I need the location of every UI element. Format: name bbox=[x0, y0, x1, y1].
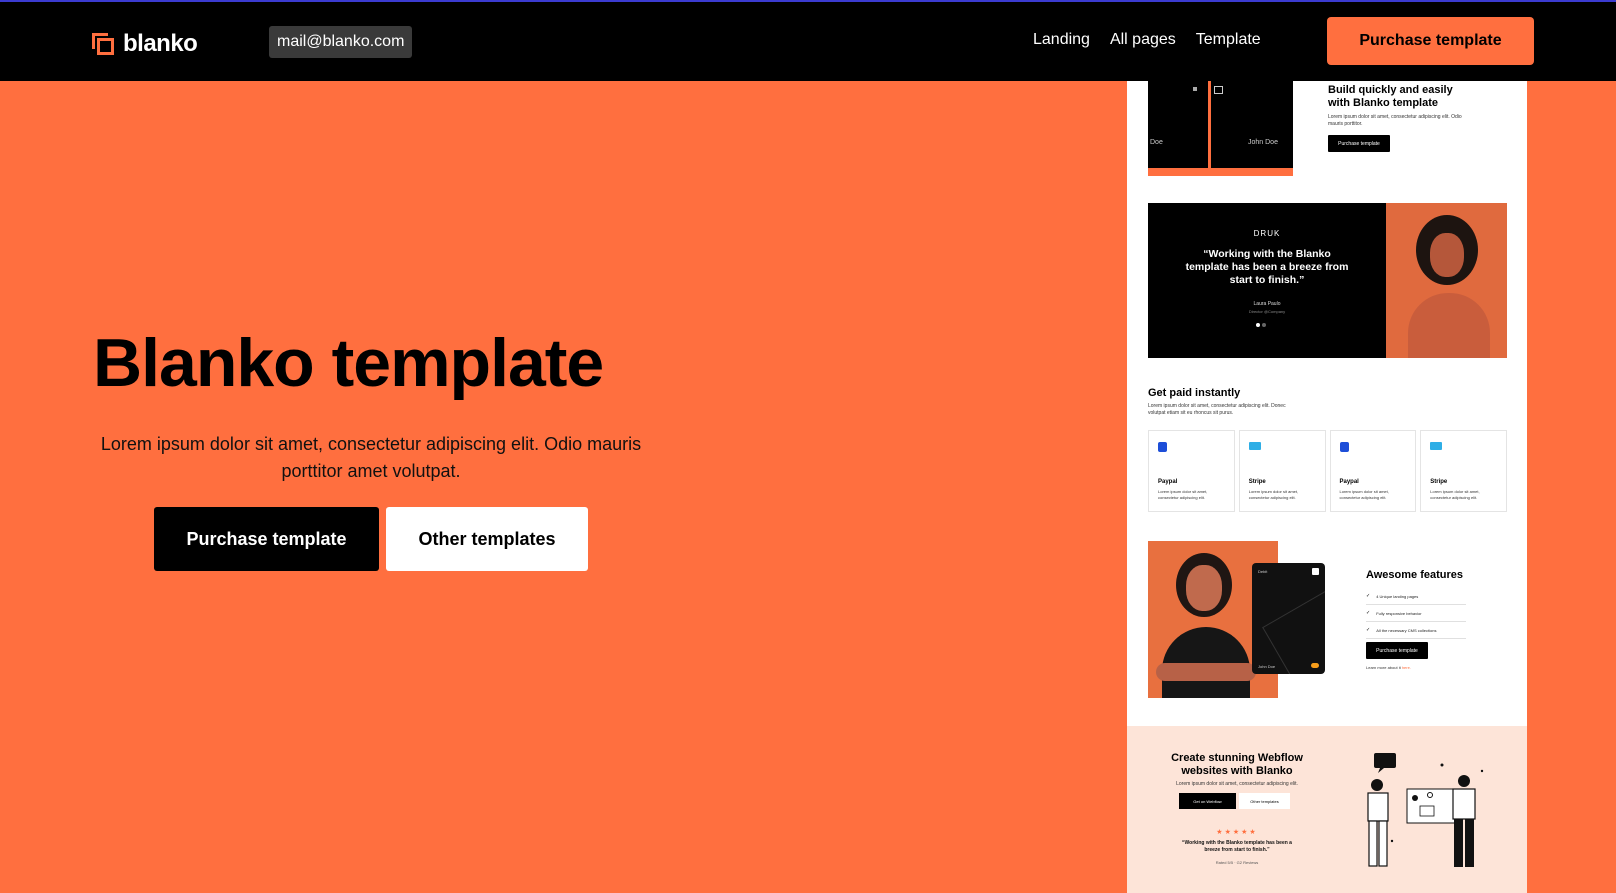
preview-features-title: Awesome features bbox=[1366, 569, 1464, 581]
logo-mark-icon bbox=[92, 33, 114, 55]
preview-cta-rated: Rated 5/5 · G2 Reviews bbox=[1215, 860, 1259, 865]
hero-purchase-button[interactable]: Purchase template bbox=[154, 507, 379, 571]
feature-item: ✓ 4 Unique landing pages bbox=[1366, 588, 1466, 605]
nav-link-template[interactable]: Template bbox=[1196, 31, 1261, 49]
card-chip-icon bbox=[1312, 568, 1319, 575]
payment-card-name: Stripe bbox=[1430, 479, 1448, 485]
debit-card-label: Debit bbox=[1258, 569, 1268, 574]
preview-cta-webflow-button: Get on Webflow bbox=[1179, 793, 1236, 809]
carousel-dots bbox=[1256, 323, 1266, 327]
payment-card-name: Paypal bbox=[1158, 479, 1178, 485]
template-preview[interactable]: Doe John Doe Build quickly and easily wi… bbox=[1127, 81, 1527, 893]
preview-build-title: Build quickly and easily with Blanko tem… bbox=[1328, 84, 1453, 109]
payment-card-name: Paypal bbox=[1339, 479, 1359, 485]
rating-stars-icon: ★★★★★ bbox=[1216, 829, 1258, 836]
paypal-icon bbox=[1158, 442, 1167, 452]
payment-card-text: Lorem ipsum dolor sit amet, consectetur … bbox=[1158, 489, 1208, 500]
preview-features-button: Purchase template bbox=[1366, 642, 1428, 659]
preview-hero-name-right: John Doe bbox=[1248, 139, 1278, 146]
check-icon: ✓ bbox=[1366, 627, 1371, 633]
preview-cta-title: Create stunning Webflow websites with Bl… bbox=[1171, 752, 1303, 777]
preview-hero-image: Doe John Doe bbox=[1148, 81, 1293, 176]
payment-card: Stripe Lorem ipsum dolor sit amet, conse… bbox=[1420, 430, 1507, 512]
preview-testimonial: DRUK “Working with the Blanko template h… bbox=[1148, 203, 1507, 358]
payment-card: Stripe Lorem ipsum dolor sit amet, conse… bbox=[1238, 430, 1326, 512]
feature-item: ✓ Fully responsive behavior bbox=[1366, 605, 1466, 622]
mastercard-icon bbox=[1311, 663, 1319, 668]
header-purchase-button[interactable]: Purchase template bbox=[1327, 17, 1534, 65]
paypal-icon bbox=[1339, 442, 1349, 452]
preview-features-list: ✓ 4 Unique landing pages ✓ Fully responsiv… bbox=[1366, 588, 1466, 639]
main-nav: Landing All pages Template bbox=[1033, 31, 1261, 49]
stripe-icon bbox=[1248, 442, 1261, 450]
preview-cta-quote: “Working with the Blanko template has be… bbox=[1182, 840, 1292, 853]
feature-item: ✓ All the necessary CMS collections bbox=[1366, 622, 1466, 639]
payment-card: Paypal Lorem ipsum dolor sit amet, conse… bbox=[1148, 430, 1235, 512]
debit-card-name: John Doe bbox=[1258, 664, 1276, 669]
stripe-icon bbox=[1430, 442, 1443, 450]
nav-link-all-pages[interactable]: All pages bbox=[1110, 31, 1176, 49]
logo[interactable]: blanko bbox=[92, 30, 198, 58]
payment-card: Paypal Lorem ipsum dolor sit amet, conse… bbox=[1329, 430, 1417, 512]
preview-paid-title: Get paid instantly bbox=[1148, 387, 1241, 399]
people-illustration-icon bbox=[1367, 753, 1484, 867]
check-icon: ✓ bbox=[1366, 610, 1371, 616]
testimonial-photo bbox=[1386, 203, 1507, 358]
preview-hero-name-left: Doe bbox=[1150, 139, 1163, 146]
testimonial-name: Laura Paulo bbox=[1253, 301, 1281, 307]
hero-description: Lorem ipsum dolor sit amet, consectetur … bbox=[100, 434, 642, 481]
check-icon: ✓ bbox=[1366, 593, 1371, 599]
hero-title: Blanko template bbox=[93, 325, 604, 401]
payment-card-text: Lorem ipsum dolor sit amet, consectetur … bbox=[1248, 489, 1299, 500]
payment-card-text: Lorem ipsum dolor sit amet, consectetur … bbox=[1430, 489, 1480, 500]
email-badge[interactable]: mail@blanko.com bbox=[269, 26, 413, 58]
volume-icon bbox=[1193, 87, 1197, 91]
screen-icon bbox=[1214, 86, 1223, 94]
preview-cta-other-button: Other templates bbox=[1239, 793, 1290, 809]
testimonial-quote: “Working with the Blanko template has be… bbox=[1185, 248, 1349, 286]
logo-text: blanko bbox=[123, 30, 198, 57]
debit-card-widget: Debit John Doe bbox=[1252, 563, 1325, 674]
testimonial-role: Director @Company bbox=[1248, 309, 1286, 314]
preview-build-button: Purchase template bbox=[1328, 135, 1390, 152]
preview-cta-subtitle: Lorem ipsum dolor sit amet, consectetur … bbox=[1176, 781, 1298, 787]
nav-link-landing[interactable]: Landing bbox=[1033, 31, 1090, 49]
payment-card-text: Lorem ipsum dolor sit amet, consectetur … bbox=[1339, 489, 1389, 500]
testimonial-brand: DRUK bbox=[1253, 229, 1281, 238]
preview-build-text: Lorem ipsum dolor sit amet, consectetur … bbox=[1328, 114, 1462, 127]
payment-cards: Paypal Lorem ipsum dolor sit amet, conse… bbox=[1148, 430, 1507, 512]
preview-features-link: Learn more about it here. bbox=[1366, 665, 1411, 670]
preview-paid-text: Lorem ipsum dolor sit amet, consectetur … bbox=[1148, 403, 1286, 416]
preview-cta-section: Create stunning Webflow websites with Bl… bbox=[1127, 726, 1527, 893]
site-header: blanko mail@blanko.com Landing All pages… bbox=[0, 2, 1616, 81]
hero-other-templates-button[interactable]: Other templates bbox=[386, 507, 588, 571]
payment-card-name: Stripe bbox=[1248, 479, 1266, 485]
